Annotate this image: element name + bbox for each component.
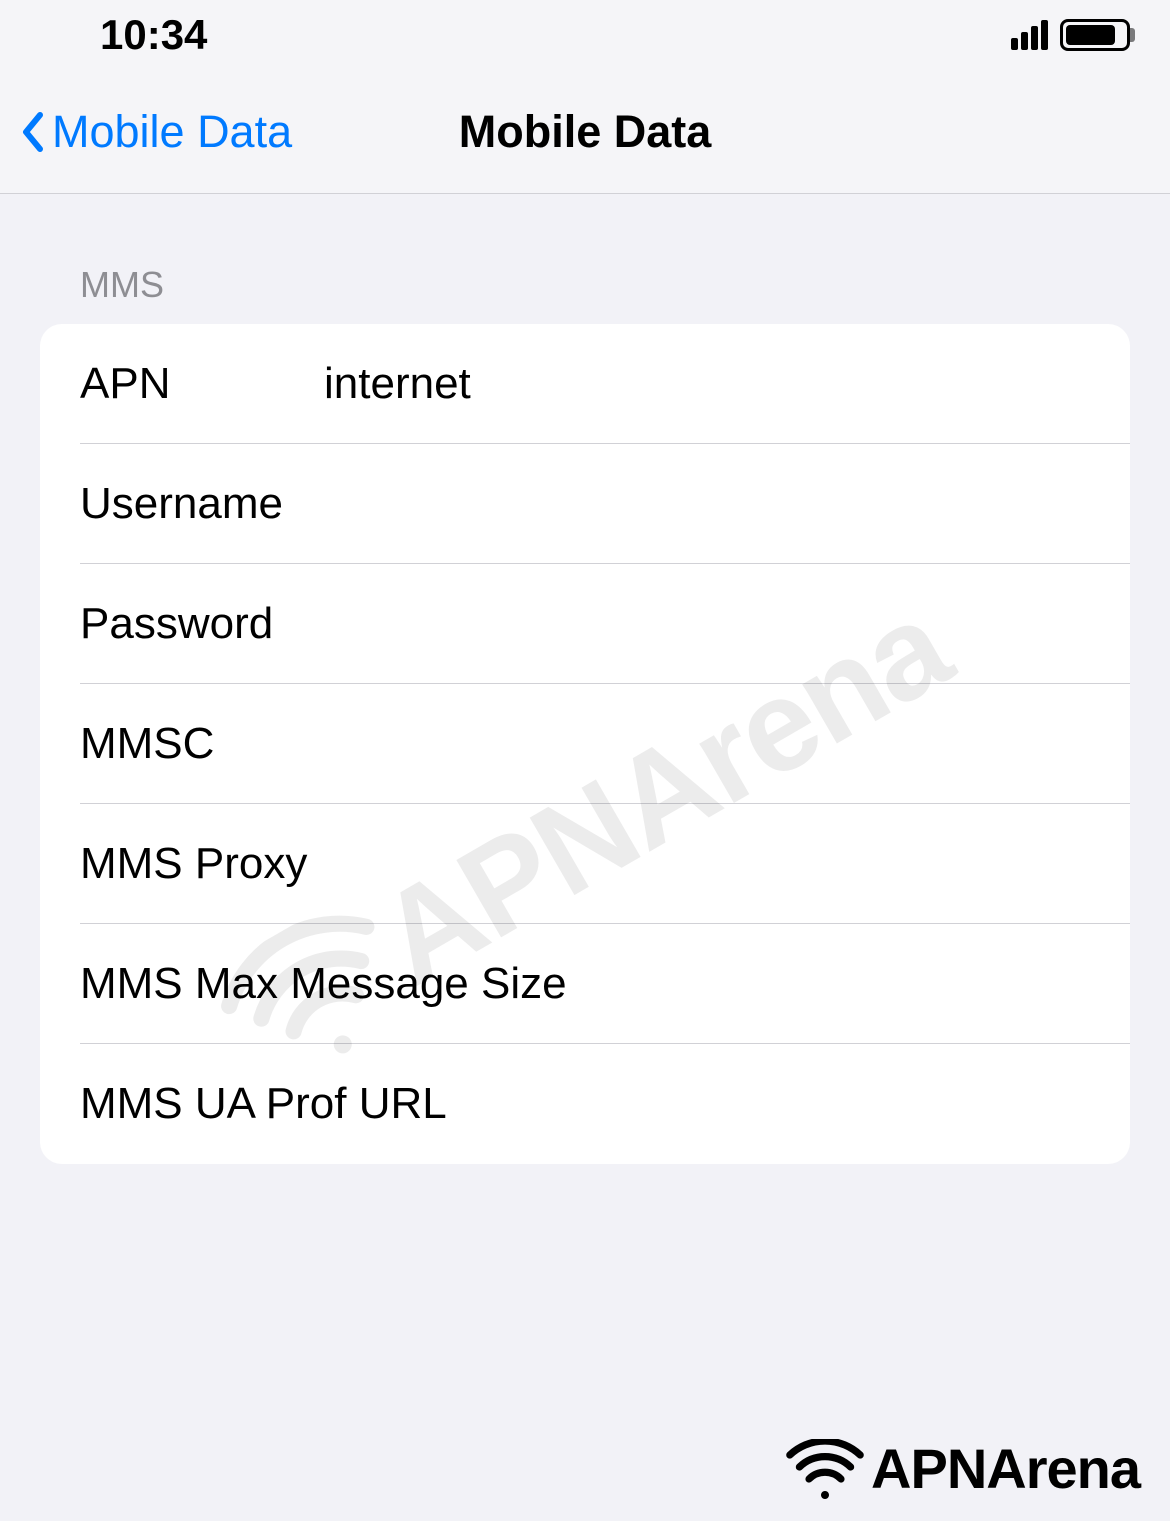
- battery-icon: [1060, 19, 1130, 51]
- row-mms-proxy[interactable]: MMS Proxy: [40, 804, 1130, 924]
- row-mms-max-message-size[interactable]: MMS Max Message Size: [40, 924, 1130, 1044]
- settings-group-mms: APN internet Username Password MMSC MMS …: [40, 324, 1130, 1164]
- status-bar: 10:34: [0, 0, 1170, 70]
- back-label: Mobile Data: [52, 106, 292, 158]
- content: MMS APN internet Username Password MMSC …: [0, 194, 1170, 1164]
- row-label: Password: [80, 599, 324, 649]
- chevron-left-icon: [20, 111, 44, 153]
- status-icons: [1011, 19, 1130, 51]
- page-title: Mobile Data: [459, 106, 712, 158]
- section-header-mms: MMS: [40, 264, 1130, 324]
- row-label: MMSC: [80, 719, 324, 769]
- row-label: MMS Max Message Size: [80, 959, 567, 1009]
- navigation-bar: Mobile Data Mobile Data: [0, 70, 1170, 194]
- row-label: MMS Proxy: [80, 839, 324, 889]
- back-button[interactable]: Mobile Data: [20, 106, 292, 158]
- row-value: internet: [324, 359, 1090, 409]
- row-label: APN: [80, 359, 324, 409]
- row-password[interactable]: Password: [40, 564, 1130, 684]
- row-label: Username: [80, 479, 324, 529]
- row-label: MMS UA Prof URL: [80, 1079, 447, 1129]
- wifi-icon: [785, 1439, 865, 1499]
- row-mmsc[interactable]: MMSC: [40, 684, 1130, 804]
- status-time: 10:34: [100, 11, 207, 59]
- row-apn[interactable]: APN internet: [40, 324, 1130, 444]
- watermark-logo: APNArena: [785, 1436, 1140, 1501]
- watermark-text: APNArena: [871, 1436, 1140, 1501]
- row-username[interactable]: Username: [40, 444, 1130, 564]
- row-mms-ua-prof-url[interactable]: MMS UA Prof URL: [40, 1044, 1130, 1164]
- cellular-signal-icon: [1011, 20, 1048, 50]
